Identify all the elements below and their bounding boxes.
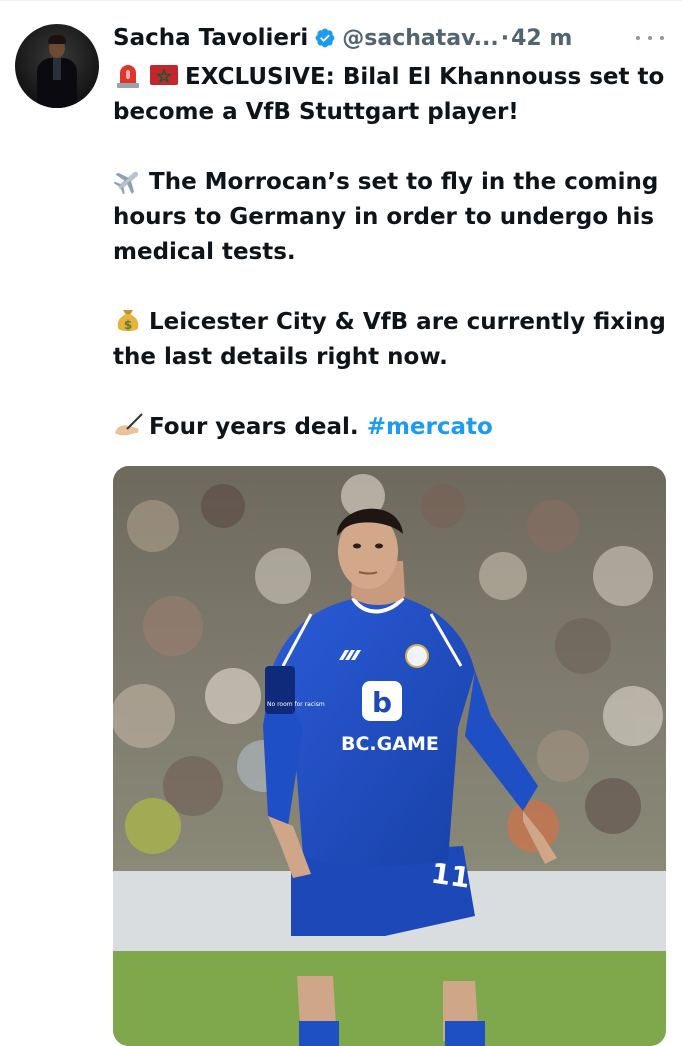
airplane-icon [113, 171, 139, 194]
tweet-time[interactable]: 42 m [511, 26, 572, 51]
hashtag-link[interactable]: #mercato [367, 414, 493, 440]
svg-text:b: b [372, 686, 392, 719]
siren-icon [117, 65, 139, 88]
pitch-grass [113, 951, 666, 1046]
tweet-line-text: Four years deal. [149, 414, 359, 440]
tweet-header: Sacha Tavolieri @sachatav... · 42 m [113, 22, 572, 54]
verified-badge-icon [315, 28, 335, 48]
author-handle[interactable]: @sachatav... [342, 26, 498, 51]
tweet-line-text: Leicester City & VfB are currently fixin… [113, 309, 666, 370]
tweet-line-deal: Four years deal. #mercato [113, 410, 673, 445]
tweet-line-text: The Morrocan’s set to fly in the coming … [113, 169, 659, 265]
tweet-text: EXCLUSIVE: Bilal El Khannouss set to bec… [113, 60, 673, 445]
svg-text:$: $ [124, 318, 132, 332]
jersey-sponsor: BC.GAME [341, 733, 439, 755]
tweet-media-photo[interactable]: 11 b BC.GAME No room for racism [113, 466, 666, 1046]
money-bag-icon: $ [117, 310, 139, 332]
author-avatar[interactable] [15, 24, 99, 108]
separator-dot: · [500, 25, 510, 51]
tweet-line-exclusive: EXCLUSIVE: Bilal El Khannouss set to bec… [113, 60, 673, 130]
more-options-icon[interactable] [636, 26, 664, 50]
tweet-line-negotiation: $ Leicester City & VfB are currently fixi… [113, 305, 673, 375]
tweet-line-travel: The Morrocan’s set to fly in the coming … [113, 165, 673, 270]
author-name[interactable]: Sacha Tavolieri [113, 25, 308, 51]
top-divider [0, 0, 682, 1]
tweet-line-text: EXCLUSIVE: Bilal El Khannouss set to bec… [113, 64, 665, 125]
writing-hand-icon [115, 413, 143, 436]
morocco-flag-icon [150, 65, 178, 85]
sleeve-patch: No room for racism [267, 701, 325, 708]
